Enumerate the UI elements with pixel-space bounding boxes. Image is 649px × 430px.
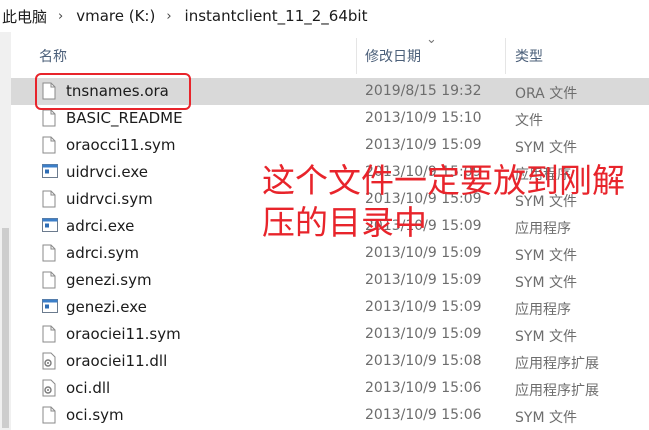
file-name: uidrvci.sym [66,190,153,208]
file-date: 2013/10/9 15:09 [365,326,482,342]
column-header-type[interactable]: 类型 [515,46,543,66]
file-row[interactable]: oraociei11.sym 2013/10/9 15:09 SYM 文件 [11,321,649,348]
annotation-highlight-box [35,73,191,110]
file-name: oraociei11.dll [66,352,168,370]
sort-arrow-icon: ⌄ [426,32,437,47]
column-header-name[interactable]: 名称 [39,46,67,66]
file-type: SYM 文件 [515,140,577,156]
file-row[interactable]: oraocci11.sym 2013/10/9 15:09 SYM 文件 [11,132,649,159]
application-icon [42,298,58,318]
breadcrumb[interactable]: 此电脑 › vmare (K:) › instantclient_11_2_64… [0,0,649,32]
file-row[interactable]: adrci.sym 2013/10/9 15:09 SYM 文件 [11,240,649,267]
file-type: SYM 文件 [515,410,577,426]
scrollbar-thumb[interactable] [2,228,9,428]
application-icon [42,163,58,183]
chevron-right-icon[interactable]: › [47,9,74,24]
file-date: 2013/10/9 15:06 [365,407,482,423]
breadcrumb-drive[interactable]: vmare (K:) [74,7,155,25]
file-type: 应用程序 [515,302,571,318]
file-name: genezi.sym [66,271,152,289]
column-divider[interactable] [356,38,357,74]
file-name: oraocci11.sym [66,136,176,154]
annotation-line: 这个文件一定要放到刚解 [262,161,625,200]
file-date: 2013/10/9 15:10 [365,110,482,126]
dll-icon [42,379,56,401]
file-type: 应用程序扩展 [515,356,599,372]
file-row[interactable]: genezi.sym 2013/10/9 15:09 SYM 文件 [11,267,649,294]
chevron-right-icon[interactable]: › [155,9,182,24]
document-icon [42,109,56,131]
file-type: SYM 文件 [515,329,577,345]
annotation-line: 压的目录中 [262,203,427,242]
file-row[interactable]: oci.sym 2013/10/9 15:06 SYM 文件 [11,402,649,429]
file-date: 2013/10/9 15:08 [365,353,482,369]
vertical-scrollbar[interactable] [0,32,11,430]
file-type: SYM 文件 [515,275,577,291]
file-date: 2013/10/9 15:09 [365,299,482,315]
file-type: 文件 [515,113,543,129]
column-header-date[interactable]: 修改日期 [365,46,421,66]
file-date: 2013/10/9 15:09 [365,245,482,261]
file-list: tnsnames.ora 2019/8/15 19:32 ORA 文件 BASIC_R… [11,78,649,429]
dll-icon [42,352,56,374]
document-icon [42,244,56,266]
document-icon [42,325,56,347]
file-name: adrci.sym [66,244,140,262]
document-icon [42,190,56,212]
file-date: 2019/8/15 19:32 [365,83,482,99]
file-row[interactable]: oci.dll 2013/10/9 15:06 应用程序扩展 [11,375,649,402]
file-name: BASIC_README [66,109,183,127]
column-divider[interactable] [505,38,506,74]
file-name: oci.sym [66,406,124,424]
file-type: ORA 文件 [515,86,578,102]
column-header: 名称 ⌄ 修改日期 类型 [11,32,649,76]
breadcrumb-folder[interactable]: instantclient_11_2_64bit [183,7,368,25]
file-row[interactable]: genezi.exe 2013/10/9 15:09 应用程序 [11,294,649,321]
file-name: oraociei11.sym [66,325,181,343]
annotation-text: 这个文件一定要放到刚解 压的目录中 [262,160,642,244]
file-name: uidrvci.exe [66,163,149,181]
document-icon [42,136,56,158]
file-date: 2013/10/9 15:09 [365,272,482,288]
document-icon [42,406,56,428]
application-icon [42,217,58,237]
file-type: SYM 文件 [515,248,577,264]
file-date: 2013/10/9 15:06 [365,380,482,396]
file-name: oci.dll [66,379,111,397]
document-icon [42,271,56,293]
file-name: genezi.exe [66,298,147,316]
file-type: 应用程序扩展 [515,383,599,399]
breadcrumb-this-pc[interactable]: 此电脑 [0,6,47,27]
file-name: adrci.exe [66,217,135,235]
file-row[interactable]: oraociei11.dll 2013/10/9 15:08 应用程序扩展 [11,348,649,375]
file-date: 2013/10/9 15:09 [365,137,482,153]
